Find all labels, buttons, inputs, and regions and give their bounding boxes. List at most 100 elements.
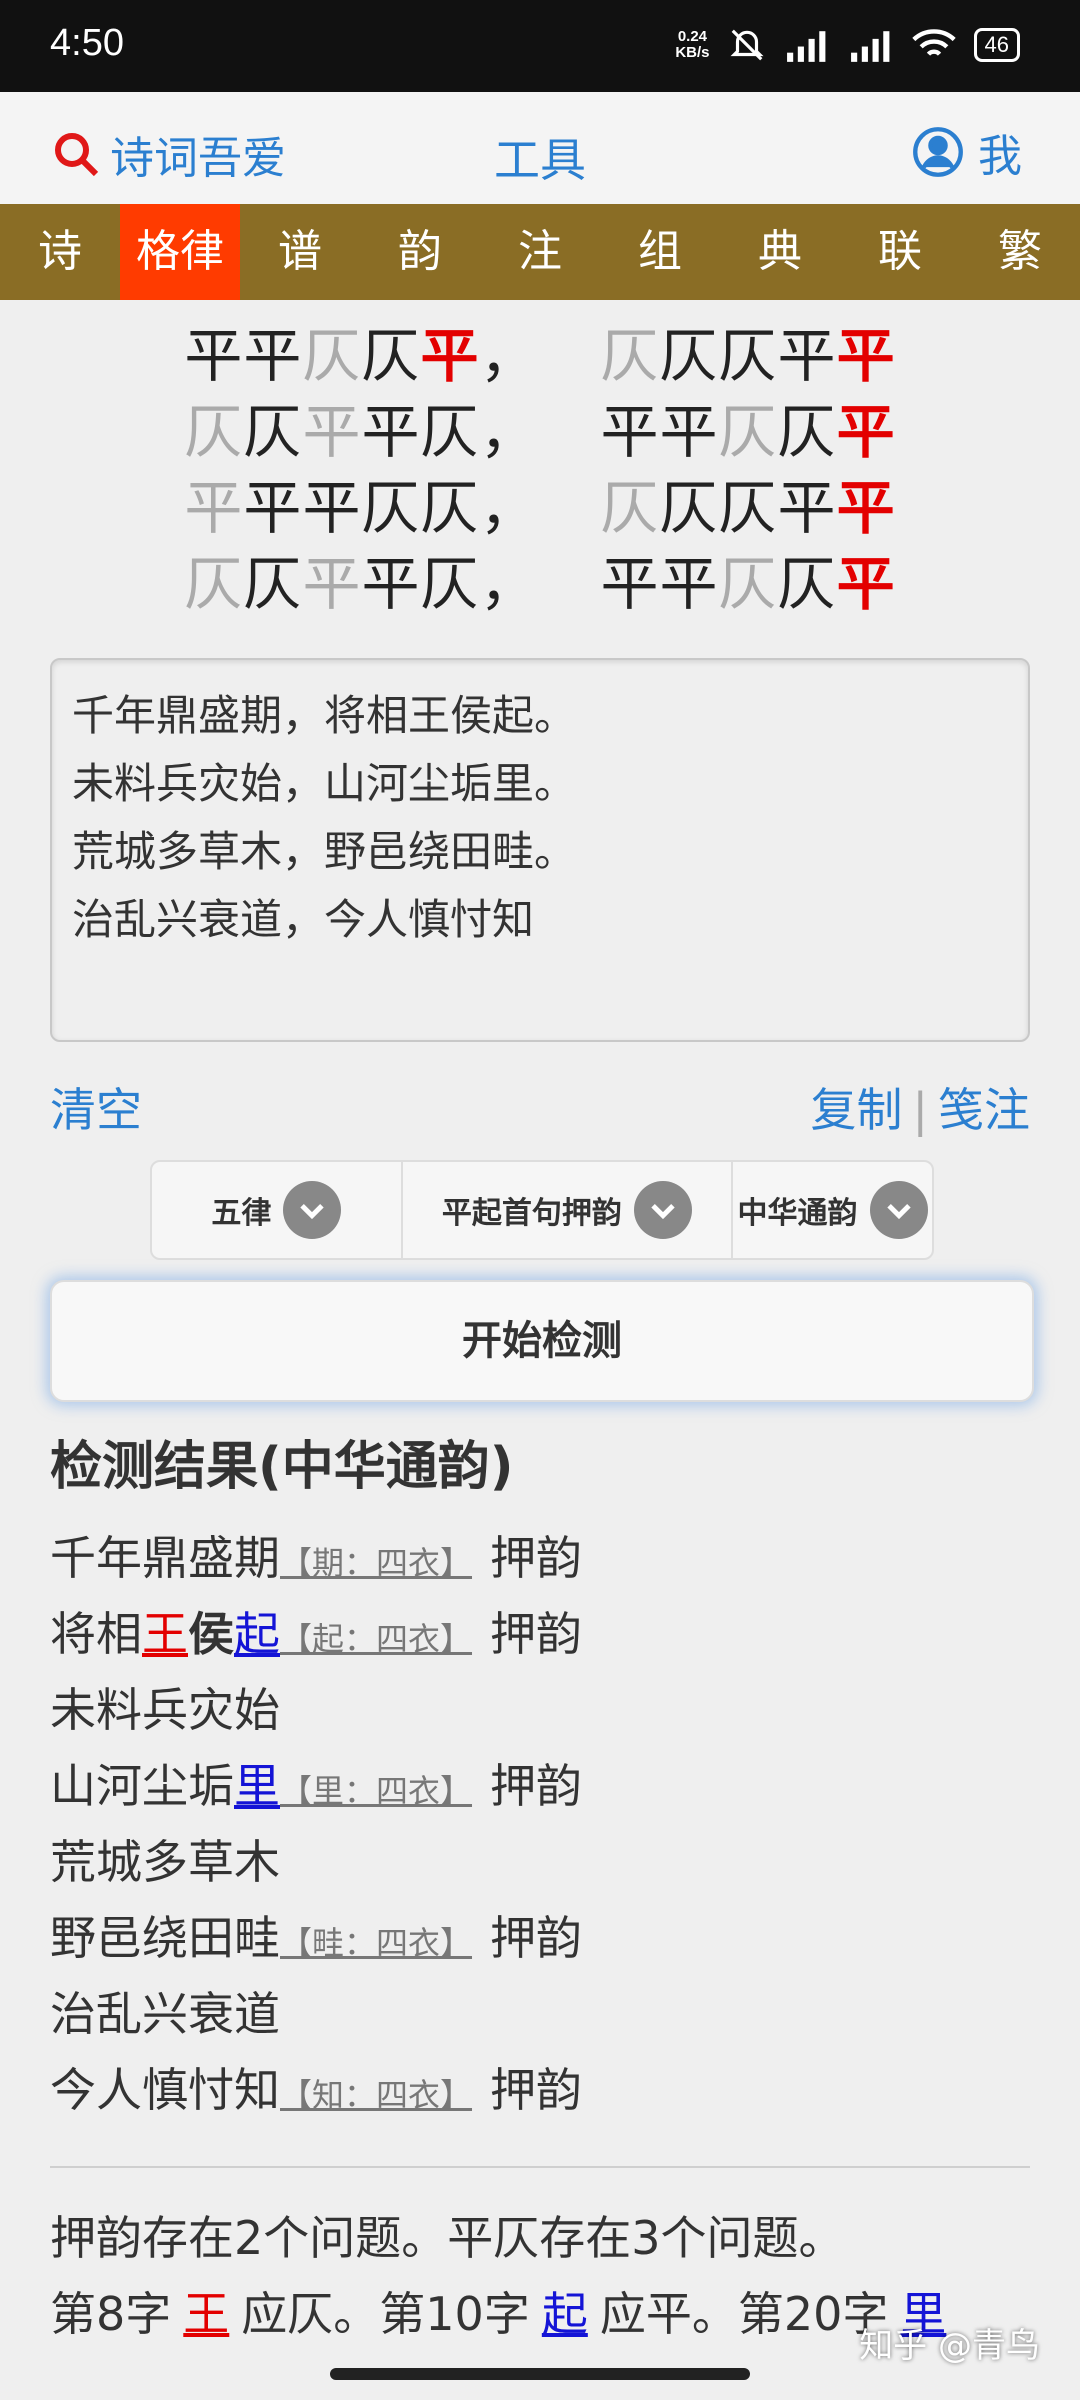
result-char: 年 bbox=[96, 1531, 142, 1585]
tone-char: 仄 bbox=[243, 398, 303, 466]
tone-char: 仄 bbox=[420, 398, 480, 466]
net-speed: 0.24 KB/s bbox=[675, 29, 709, 61]
result-list: 千年鼎盛期【期：四衣】 押韵 将相王侯起【起：四衣】 押韵 未料兵灾始 山河尘垢里【里：四… bbox=[50, 1520, 1030, 2128]
tone-char: 仄 bbox=[659, 474, 719, 542]
clear-button[interactable]: 清空 bbox=[50, 1074, 142, 1140]
rhyme-info[interactable]: 【畦：四衣】 bbox=[280, 1924, 472, 1962]
tone-char: 平 bbox=[836, 398, 896, 466]
nav-tab[interactable]: 诗 bbox=[0, 204, 120, 300]
result-line: 今人慎忖知【知：四衣】 押韵 bbox=[50, 2052, 1030, 2128]
tone-char: 平 bbox=[836, 474, 896, 542]
profile-link[interactable]: 我 bbox=[912, 120, 1022, 184]
watermark: 知乎 @青鸟 bbox=[859, 2326, 1040, 2366]
chevron-down-icon bbox=[633, 1181, 692, 1239]
tone-char: 仄 bbox=[718, 474, 778, 542]
result-title: 检测结果(中华通韵) bbox=[50, 1437, 514, 1497]
problem-2-note: 应平。 bbox=[599, 2287, 738, 2341]
tone-char: 平 bbox=[600, 550, 660, 618]
tone-char: 仄 bbox=[718, 550, 778, 618]
tone-char: 仄 bbox=[600, 322, 660, 390]
tone-char: 平 bbox=[600, 398, 660, 466]
signal-icon bbox=[850, 31, 889, 62]
tone-char: 仄 bbox=[184, 550, 244, 618]
rhyme-info[interactable]: 【起：四衣】 bbox=[280, 1620, 472, 1658]
chevron-down-icon bbox=[869, 1181, 928, 1239]
status-bar: 4:50 0.24 KB/s 46 bbox=[0, 0, 1080, 92]
status-icons: 0.24 KB/s 46 bbox=[675, 26, 1020, 64]
nav-tab[interactable]: 繁 bbox=[960, 204, 1080, 300]
nav-tab[interactable]: 谱 bbox=[240, 204, 360, 300]
tone-char: 仄 bbox=[718, 322, 778, 390]
net-speed-unit: KB/s bbox=[675, 44, 710, 61]
tone-char: 仄 bbox=[184, 398, 244, 466]
result-char: 兴 bbox=[142, 1987, 188, 2041]
net-speed-value: 0.24 bbox=[677, 28, 708, 45]
pattern-comma: ， bbox=[479, 322, 539, 390]
problem-1-char[interactable]: 王 bbox=[171, 2287, 241, 2341]
nav-tab[interactable]: 注 bbox=[480, 204, 600, 300]
tone-char: 平 bbox=[836, 550, 896, 618]
problem-1-position: 第8字 bbox=[50, 2287, 172, 2341]
tone-char: 平 bbox=[777, 474, 837, 542]
result-char: 知 bbox=[234, 2063, 280, 2117]
poem-line: 荒城多草木，野邑绕田畦。 bbox=[72, 827, 577, 876]
result-char: 将 bbox=[50, 1607, 96, 1661]
annotate-button[interactable]: 笺注 bbox=[938, 1083, 1030, 1137]
start-check-button[interactable]: 开始检测 bbox=[50, 1280, 1034, 1402]
tone-char: 平 bbox=[302, 398, 362, 466]
tone-char: 平 bbox=[659, 550, 719, 618]
copy-button[interactable]: 复制 bbox=[811, 1083, 903, 1137]
poem-textarea[interactable]: 千年鼎盛期，将相王侯起。 未料兵灾始，山河尘垢里。 荒城多草木，野邑绕田畦。 治乱兴衰… bbox=[50, 658, 1030, 1042]
tone-char: 仄 bbox=[600, 474, 660, 542]
battery-indicator: 46 bbox=[973, 28, 1020, 62]
rhyme-book-select[interactable]: 中华通韵 bbox=[733, 1162, 932, 1258]
result-char: 盛 bbox=[188, 1531, 234, 1585]
nav-tab[interactable]: 韵 bbox=[360, 204, 480, 300]
pattern-row: 仄仄平平仄， 平平仄仄平 bbox=[0, 394, 1080, 470]
result-char[interactable]: 起 bbox=[234, 1607, 280, 1661]
nav-tab[interactable]: 联 bbox=[840, 204, 960, 300]
nav-tab[interactable]: 典 bbox=[720, 204, 840, 300]
tone-char: 平 bbox=[184, 474, 244, 542]
pattern-row: 仄仄平平仄， 平平仄仄平 bbox=[0, 546, 1080, 622]
result-line: 山河尘垢里【里：四衣】 押韵 bbox=[50, 1748, 1030, 1824]
result-char[interactable]: 王 bbox=[142, 1607, 188, 1661]
result-char: 邑 bbox=[96, 1911, 142, 1965]
result-char: 尘 bbox=[142, 1759, 188, 1813]
nav-tab[interactable]: 组 bbox=[600, 204, 720, 300]
result-char: 绕 bbox=[142, 1911, 188, 1965]
nav-tabs: 诗格律谱韵注组典联繁 bbox=[0, 204, 1080, 300]
problem-2-position: 第10字 bbox=[379, 2287, 530, 2341]
tone-char: 平 bbox=[243, 474, 303, 542]
tone-char: 仄 bbox=[777, 398, 837, 466]
result-char: 畦 bbox=[234, 1911, 280, 1965]
rhyme-book-select-value: 中华通韵 bbox=[737, 1196, 858, 1231]
result-char: 田 bbox=[188, 1911, 234, 1965]
result-char: 草 bbox=[188, 1835, 234, 1889]
form-select[interactable]: 五律 bbox=[152, 1162, 403, 1258]
problem-2-char[interactable]: 起 bbox=[530, 2287, 600, 2341]
result-line: 千年鼎盛期【期：四衣】 押韵 bbox=[50, 1520, 1030, 1596]
result-char: 城 bbox=[96, 1835, 142, 1889]
result-char: 忖 bbox=[188, 2063, 234, 2117]
poem-line: 治乱兴衰道，今人慎忖知 bbox=[72, 895, 535, 944]
home-indicator[interactable] bbox=[330, 2368, 750, 2380]
pattern-row: 平平仄仄平， 仄仄仄平平 bbox=[0, 318, 1080, 394]
result-line: 未料兵灾始 bbox=[50, 1672, 1030, 1748]
tone-char: 平 bbox=[361, 398, 421, 466]
result-char: 多 bbox=[142, 1835, 188, 1889]
pattern-comma: ， bbox=[479, 398, 539, 466]
rhyme-info[interactable]: 【知：四衣】 bbox=[280, 2076, 472, 2114]
rhyme-info[interactable]: 【期：四衣】 bbox=[280, 1544, 472, 1582]
result-char: 侯 bbox=[188, 1607, 234, 1661]
result-line: 荒城多草木 bbox=[50, 1824, 1030, 1900]
start-select[interactable]: 平起首句押韵 bbox=[403, 1162, 734, 1258]
rhyme-info[interactable]: 【里：四衣】 bbox=[280, 1772, 472, 1810]
right-actions: 复制 | 笺注 bbox=[811, 1074, 1031, 1140]
rhyme-tag: 押韵 bbox=[490, 1911, 583, 1965]
nav-tab[interactable]: 格律 bbox=[120, 204, 240, 300]
result-char[interactable]: 里 bbox=[234, 1759, 280, 1813]
tone-char: 平 bbox=[243, 322, 303, 390]
result-char: 荒 bbox=[50, 1835, 96, 1889]
result-char: 野 bbox=[50, 1911, 96, 1965]
